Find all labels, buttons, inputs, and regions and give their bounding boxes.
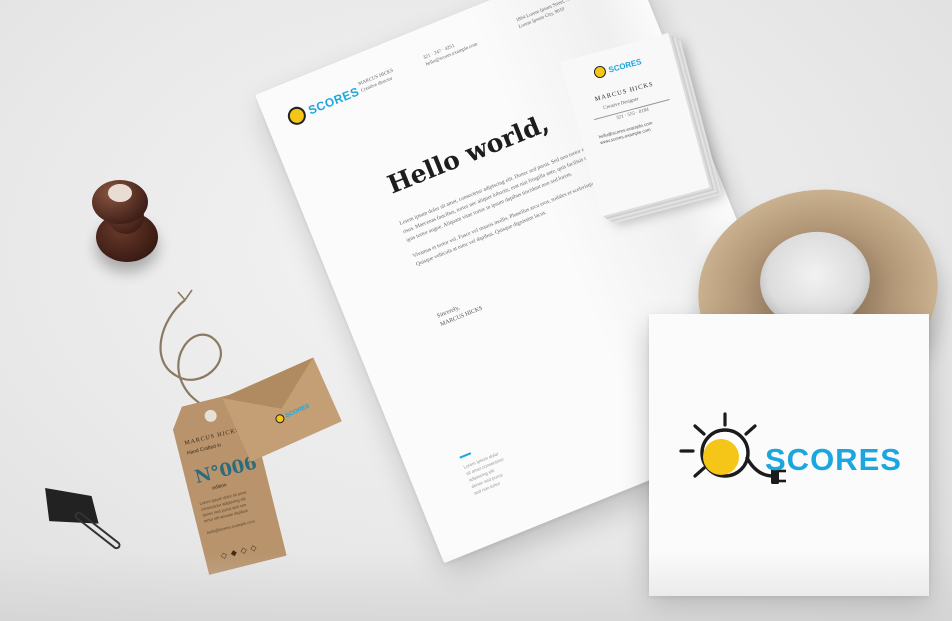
tag-hole — [203, 409, 218, 424]
letterhead-contact-name: MARCUS HICKS Creative director — [357, 68, 397, 95]
diamond-icons: ◇◆◇◇ — [219, 541, 262, 561]
business-card-logo-text: SCORES — [607, 56, 643, 75]
logo-card: SCORES — [649, 314, 929, 596]
binder-clip-arm — [73, 510, 123, 551]
stationery-mockup-scene: SCORES MARCUS HICKS Creative director 32… — [0, 0, 952, 621]
logo-card-wordmark: SCORES — [765, 442, 902, 477]
envelope-logo-text: SCORES — [284, 403, 311, 419]
letterhead-accent-bar — [459, 452, 472, 459]
business-card-logo: SCORES — [592, 55, 643, 80]
sun-bulb-icon — [592, 64, 608, 80]
tag-lines: Lorem ipsum dolor sit amet consectetur a… — [199, 486, 270, 536]
letterhead-address: 1864 Lorem Ipsum Street, Suite 1776 Lore… — [515, 0, 590, 31]
letterhead-logo: SCORES — [285, 83, 362, 128]
business-card-info: hello@scores.example.com www.scores.exam… — [598, 120, 655, 146]
letter-signoff: Sincerely, MARCUS HICKS — [436, 296, 484, 329]
letterhead-footer: Lorem ipsum dolor sit amet consectetur a… — [462, 449, 512, 497]
sun-bulb-icon — [285, 104, 309, 128]
letterhead-contact-phone-email: 321 · 247 · 4251 hello@scores.example.co… — [422, 35, 479, 69]
rubber-stamp-top — [108, 184, 132, 202]
letterhead-logo-text: SCORES — [306, 84, 362, 118]
sun-bulb-icon — [274, 413, 286, 425]
